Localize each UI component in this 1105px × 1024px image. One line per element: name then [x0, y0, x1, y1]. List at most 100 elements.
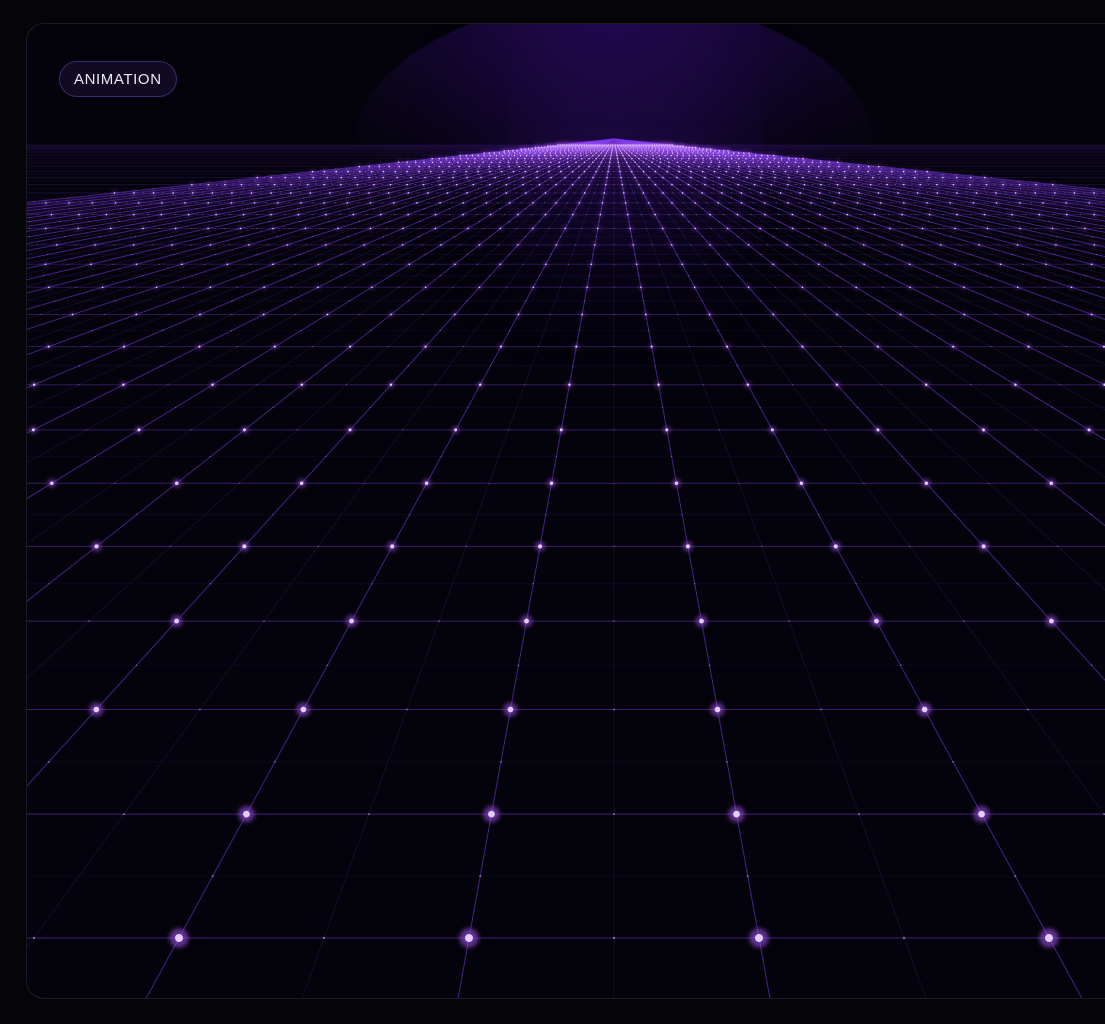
grid-node: [57, 202, 59, 204]
grid-node: [899, 664, 902, 667]
grid-node: [511, 155, 513, 157]
grid-node: [658, 151, 660, 153]
grid-node: [747, 244, 750, 246]
grid-node: [736, 365, 738, 367]
grid-node: [613, 482, 615, 484]
grid-node: [672, 161, 674, 163]
grid-node: [730, 154, 733, 157]
grid-node: [1097, 286, 1099, 288]
grid-node: [695, 147, 697, 149]
grid-node: [627, 158, 629, 160]
grid-node: [281, 197, 283, 199]
grid-node: [369, 188, 371, 190]
grid-node: [829, 192, 831, 194]
grid-node: [681, 263, 684, 266]
grid-node: [199, 313, 201, 316]
grid-node: [617, 146, 619, 148]
grid-node: [68, 202, 70, 204]
grid-node: [207, 227, 209, 230]
grid-node: [393, 166, 395, 168]
grid-node: [848, 163, 850, 165]
grid-node: [387, 192, 390, 194]
grid-node: [538, 221, 540, 223]
grid-node: [274, 760, 276, 763]
grid-node: [344, 244, 346, 246]
grid-node: [610, 153, 612, 155]
grid-node: [959, 244, 961, 246]
grid-node: [517, 155, 519, 157]
grid-node: [552, 152, 554, 154]
grid-node: [652, 157, 655, 160]
grid-node: [901, 213, 903, 216]
grid-node: [270, 192, 272, 194]
grid-node: [983, 365, 985, 367]
grid-node: [1044, 192, 1046, 194]
grid-node: [528, 165, 530, 168]
grid-node: [493, 152, 496, 154]
grid-node: [738, 151, 740, 153]
grid-node: [476, 192, 478, 194]
grid-node: [869, 183, 872, 186]
grid-node: [760, 153, 762, 155]
grid-node: [300, 192, 302, 194]
grid-node: [557, 145, 559, 147]
grid-node: [172, 202, 174, 204]
grid-node: [1054, 254, 1056, 256]
grid-node: [911, 184, 913, 186]
grid-node: [753, 166, 755, 168]
grid-node: [1031, 208, 1033, 210]
grid-node: [363, 263, 365, 266]
grid-node: [528, 149, 530, 151]
grid-node: [444, 161, 446, 163]
grid-node: [568, 383, 571, 387]
grid-node: [693, 161, 695, 164]
grid-node: [711, 192, 713, 194]
grid-node: [749, 168, 751, 170]
grid-node: [406, 170, 408, 173]
grid-node: [423, 188, 425, 190]
grid-node: [132, 244, 135, 246]
grid-node: [93, 706, 100, 713]
grid-node: [209, 221, 211, 223]
grid-node: [743, 171, 745, 173]
grid-node: [778, 214, 780, 216]
grid-node: [640, 168, 642, 170]
grid-node: [211, 192, 214, 194]
grid-node: [648, 176, 650, 179]
grid-node: [1051, 406, 1053, 408]
grid-node: [408, 514, 410, 516]
grid-node: [518, 152, 521, 154]
grid-node: [590, 163, 592, 165]
grid-node: [843, 236, 845, 238]
grid-node: [470, 158, 472, 160]
grid-node: [451, 202, 453, 204]
grid-node: [263, 286, 265, 289]
grid-node: [632, 174, 634, 176]
grid-node: [904, 208, 906, 210]
grid-node: [394, 170, 397, 173]
grid-node: [312, 202, 314, 204]
grid-node: [537, 154, 540, 157]
grid-node: [611, 151, 613, 153]
grid-node: [229, 244, 231, 246]
grid-node: [498, 168, 500, 170]
grid-node: [549, 146, 551, 148]
grid-node: [803, 183, 806, 186]
grid-node: [920, 171, 922, 173]
grid-node: [500, 170, 503, 173]
grid-node: [811, 163, 813, 165]
grid-node: [838, 171, 840, 173]
grid-node: [671, 456, 673, 458]
grid-node: [990, 286, 992, 288]
grid-node: [499, 208, 501, 210]
grid-node: [595, 170, 598, 173]
grid-node: [453, 180, 455, 182]
grid-node: [872, 176, 874, 179]
grid-node: [761, 156, 763, 158]
grid-node: [932, 171, 934, 173]
grid-node: [347, 236, 349, 238]
grid-node: [840, 227, 842, 229]
grid-node: [536, 149, 538, 151]
grid-node: [723, 151, 725, 153]
grid-node: [433, 163, 435, 165]
